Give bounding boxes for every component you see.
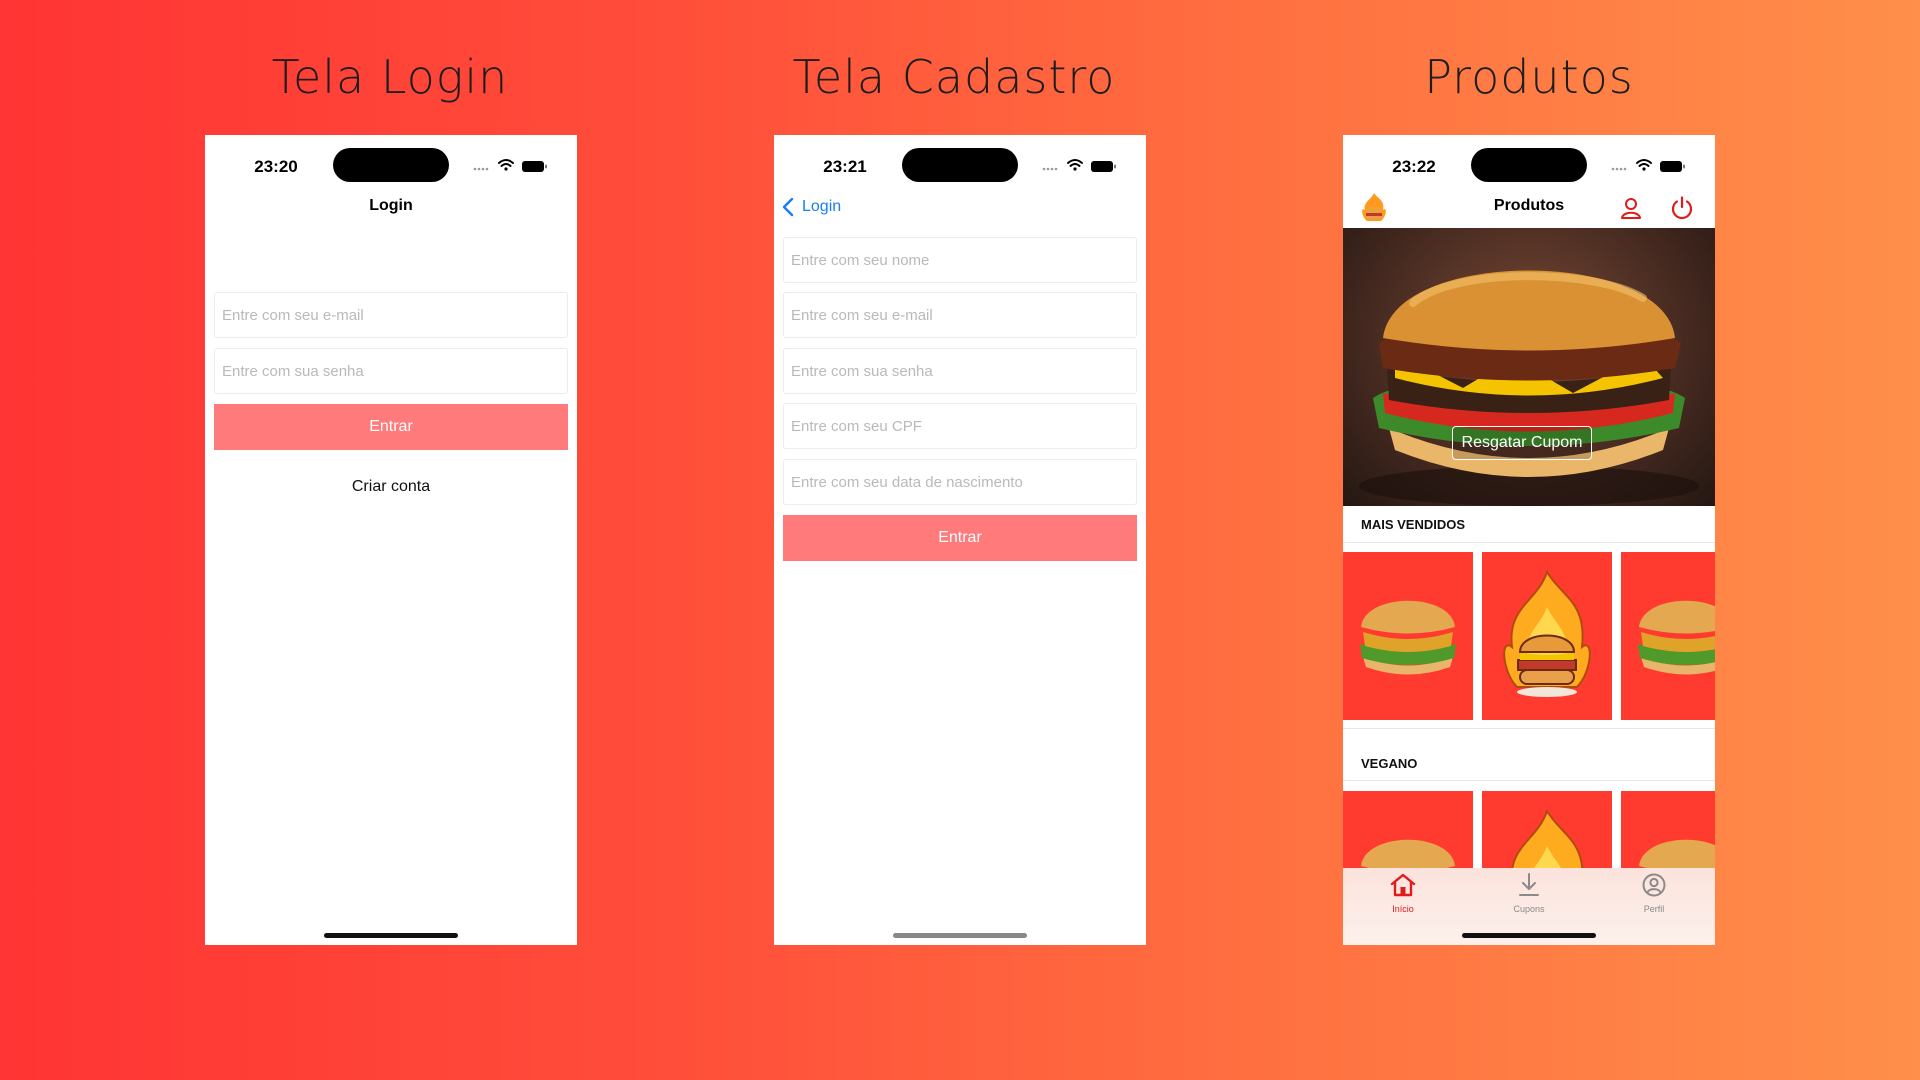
cpf-input[interactable] (783, 403, 1137, 449)
dynamic-island (1471, 148, 1587, 182)
tab-inicio[interactable]: Início (1368, 872, 1438, 914)
flaming-burger-image (1503, 569, 1591, 697)
password-input[interactable] (214, 348, 568, 394)
wifi-icon (498, 159, 514, 167)
redeem-coupon-button[interactable]: Resgatar Cupom (1452, 426, 1592, 460)
products-header: Produtos (1343, 187, 1715, 227)
tab-label: Início (1392, 904, 1414, 914)
download-icon (1519, 873, 1539, 896)
chevron-left-icon (782, 197, 794, 217)
section-divider (1343, 780, 1715, 781)
tab-perfil[interactable]: Perfil (1619, 872, 1689, 914)
battery-icon (522, 161, 544, 172)
section-divider (1343, 542, 1715, 543)
dynamic-island (902, 148, 1018, 182)
create-account-link[interactable]: Criar conta (205, 478, 577, 496)
heading-cadastro: Tela Cadastro (792, 50, 1116, 104)
nav-title: Login (369, 197, 413, 214)
power-icon[interactable] (1669, 195, 1695, 221)
status-icons (473, 159, 547, 172)
phone-login: 23:20 Login Entrar Criar conta (205, 135, 577, 945)
product-card[interactable] (1482, 552, 1612, 720)
wifi-icon (1067, 159, 1083, 167)
heading-produtos: Produtos (1424, 50, 1634, 104)
back-label: Login (802, 198, 842, 215)
section-divider (1343, 728, 1715, 729)
product-card[interactable] (1343, 552, 1473, 720)
battery-icon (1091, 161, 1113, 172)
product-card[interactable] (1621, 552, 1715, 720)
status-time: 23:20 (254, 157, 298, 176)
hero-banner: Resgatar Cupom (1343, 228, 1715, 506)
status-bar: 23:22 (1343, 135, 1715, 195)
phone-produtos: 23:22 Produtos Resgatar Cupom MAIS VENDI… (1343, 135, 1715, 945)
password-input[interactable] (783, 348, 1137, 394)
email-input[interactable] (214, 292, 568, 338)
nav-title: Produtos (1493, 197, 1565, 214)
status-bar: 23:21 (774, 135, 1146, 195)
battery-icon (1660, 161, 1682, 172)
status-icons (1611, 159, 1685, 172)
name-input[interactable] (783, 237, 1137, 283)
phone-cadastro: 23:21 Login Entrar (774, 135, 1146, 945)
status-time: 23:21 (823, 157, 867, 176)
tab-cupons[interactable]: Cupons (1494, 872, 1564, 914)
burger-image (1638, 600, 1715, 675)
user-icon[interactable] (1618, 195, 1644, 221)
section-title-vegan: VEGANO (1361, 756, 1418, 771)
home-indicator (1462, 933, 1596, 938)
tab-label: Cupons (1513, 904, 1545, 914)
register-button[interactable]: Entrar (783, 515, 1137, 561)
section-title-best-sellers: MAIS VENDIDOS (1361, 517, 1466, 532)
login-button[interactable]: Entrar (214, 404, 568, 450)
home-indicator (324, 933, 458, 938)
burger-image (1360, 600, 1456, 675)
user-circle-icon (1642, 873, 1666, 897)
dynamic-island (333, 148, 449, 182)
home-indicator (893, 933, 1027, 938)
birthdate-input[interactable] (783, 459, 1137, 505)
status-time: 23:22 (1392, 157, 1436, 176)
burger-photo (1359, 270, 1699, 506)
wifi-icon (1636, 159, 1652, 167)
home-icon (1390, 873, 1416, 897)
status-bar: 23:20 (205, 135, 577, 195)
heading-login: Tela Login (271, 50, 509, 104)
back-button[interactable]: Login (782, 195, 841, 219)
email-input[interactable] (783, 292, 1137, 338)
tab-label: Perfil (1643, 904, 1665, 914)
status-icons (1042, 159, 1116, 172)
